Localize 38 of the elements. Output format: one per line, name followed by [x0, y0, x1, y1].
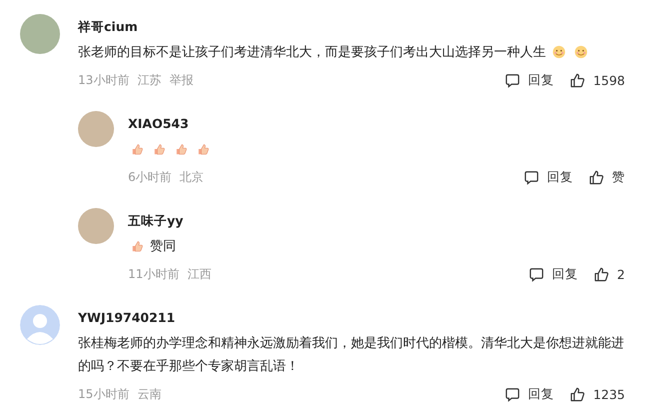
comment-text: 张老师的目标不是让孩子们考进清华北大，而是要孩子们考出大山选择另一种人生 — [78, 44, 546, 62]
comment-text: 赞同 — [150, 238, 176, 256]
location: 江苏 — [137, 72, 162, 89]
thumbs-up-icon[interactable] — [594, 267, 610, 282]
thumbs-up-emoji-icon — [196, 142, 210, 156]
timestamp: 6小时前 — [128, 169, 172, 186]
timestamp: 11小时前 — [128, 266, 180, 283]
thumbs-up-icon[interactable] — [589, 170, 604, 185]
location: 云南 — [137, 386, 162, 403]
timestamp: 13小时前 — [78, 72, 130, 89]
thumbs-up-icon[interactable] — [570, 73, 586, 88]
username[interactable]: YWJ19740211 — [78, 310, 625, 326]
like-count[interactable]: 2 — [617, 267, 625, 282]
like-count[interactable]: 1235 — [593, 387, 625, 402]
comment-icon[interactable] — [524, 170, 539, 185]
reply-button[interactable]: 回复 — [552, 266, 578, 283]
comment-icon[interactable] — [505, 73, 520, 88]
username[interactable]: 祥哥cium — [78, 19, 625, 35]
username[interactable]: 五味子yy — [128, 213, 625, 229]
smiling-face-emoji-icon — [552, 45, 566, 59]
username[interactable]: XIAO543 — [128, 116, 625, 132]
location: 北京 — [180, 169, 204, 186]
reply-button[interactable]: 回复 — [528, 72, 554, 89]
like-count[interactable]: 赞 — [612, 169, 625, 186]
comment-icon[interactable] — [505, 387, 520, 402]
timestamp: 15小时前 — [78, 386, 130, 403]
comment-text: 张桂梅老师的办学理念和精神永远激励着我们，她是我们时代的楷模。清华北大是你想进就能进的吗？不要在乎那些个专家胡言乱语！ — [78, 335, 625, 376]
reply-button[interactable]: 回复 — [528, 386, 554, 403]
thumbs-up-emoji-icon — [174, 142, 188, 156]
smiling-face-emoji-icon — [574, 45, 588, 59]
like-count[interactable]: 1598 — [593, 73, 625, 88]
thumbs-up-emoji-icon — [152, 142, 166, 156]
thumbs-up-emoji-icon — [130, 239, 144, 253]
reply-button[interactable]: 回复 — [547, 169, 573, 186]
comment-icon[interactable] — [529, 267, 544, 282]
thumbs-up-emoji-icon — [130, 142, 144, 156]
location: 江西 — [187, 266, 212, 283]
thumbs-up-icon[interactable] — [570, 387, 586, 402]
